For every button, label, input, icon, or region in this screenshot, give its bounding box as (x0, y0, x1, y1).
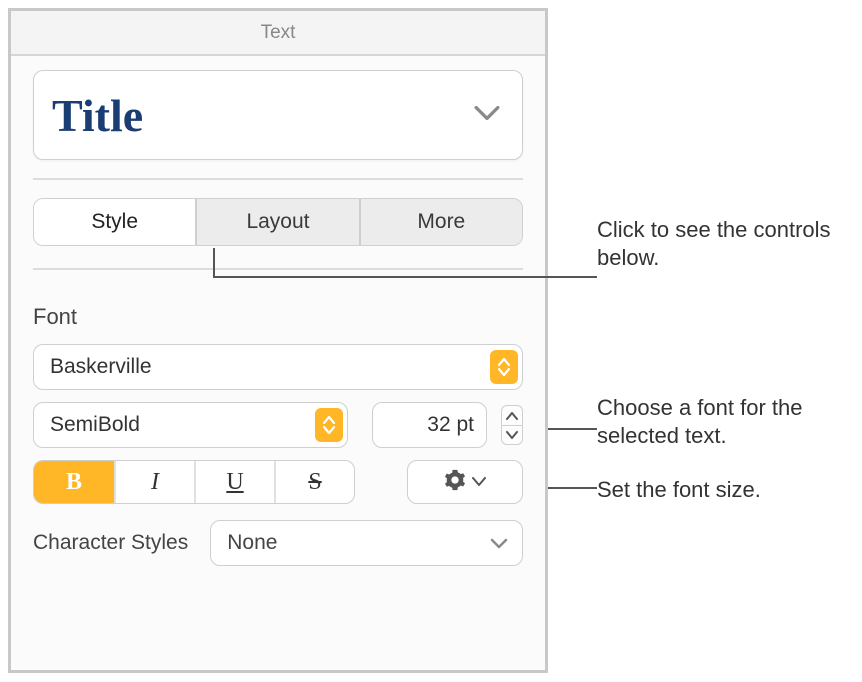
callout-leader-line (213, 248, 215, 278)
panel-title: Text (261, 22, 296, 44)
character-styles-row: Character Styles None (33, 520, 523, 566)
font-style-buttons-row: B I U S (33, 460, 523, 504)
chevron-up-icon (506, 412, 518, 420)
callout-font-size: Set the font size. (597, 476, 761, 504)
tabs: Style Layout More (33, 198, 523, 246)
font-size-step-up[interactable] (501, 405, 523, 425)
chevron-down-icon (490, 531, 508, 555)
tab-more[interactable]: More (359, 199, 522, 245)
italic-icon: I (151, 469, 159, 496)
chevron-down-icon (474, 105, 500, 126)
popup-arrows-icon (490, 350, 518, 384)
text-inspector-panel: Text Title Style Layout More Font Basker… (8, 8, 548, 673)
strikethrough-button[interactable]: S (274, 461, 354, 503)
font-size-step-down[interactable] (501, 425, 523, 445)
callout-font-family: Choose a font for the selected text. (597, 394, 862, 450)
chevron-down-icon (472, 473, 486, 491)
paragraph-style-popup[interactable]: Title (33, 70, 523, 160)
callout-leader-line (548, 487, 597, 489)
font-size-field[interactable]: 32 pt (372, 402, 487, 448)
divider (33, 268, 523, 270)
panel-header: Text (11, 11, 545, 56)
font-style-group: B I U S (33, 460, 355, 504)
underline-icon: U (226, 469, 243, 496)
font-size-value: 32 pt (383, 413, 480, 437)
popup-arrows-icon (315, 408, 343, 442)
panel-body: Title Style Layout More Font Baskerville… (11, 56, 545, 566)
paragraph-style-label: Title (52, 89, 143, 142)
tab-layout-label: Layout (246, 210, 309, 234)
strikethrough-icon: S (308, 469, 321, 496)
italic-button[interactable]: I (114, 461, 194, 503)
font-section-title: Font (33, 304, 523, 330)
font-weight-popup[interactable]: SemiBold (33, 402, 348, 448)
tab-more-label: More (417, 210, 465, 234)
callout-leader-line (548, 428, 597, 430)
gear-icon (444, 469, 466, 496)
character-styles-popup[interactable]: None (210, 520, 523, 566)
chevron-down-icon (506, 431, 518, 439)
divider (33, 178, 523, 180)
character-styles-value: None (227, 531, 277, 555)
font-weight-size-row: SemiBold 32 pt (33, 402, 523, 448)
font-size-stepper (501, 405, 523, 445)
font-family-value: Baskerville (50, 355, 152, 379)
bold-button[interactable]: B (34, 461, 114, 503)
tab-style-label: Style (91, 210, 138, 234)
advanced-options-button[interactable] (407, 460, 523, 504)
font-family-popup[interactable]: Baskerville (33, 344, 523, 390)
font-weight-value: SemiBold (50, 413, 140, 437)
callout-tabs: Click to see the controls below. (597, 216, 862, 272)
bold-icon: B (66, 469, 82, 496)
tab-style[interactable]: Style (34, 199, 195, 245)
character-styles-label: Character Styles (33, 531, 188, 555)
tab-layout[interactable]: Layout (195, 199, 358, 245)
callout-leader-line (213, 276, 597, 278)
underline-button[interactable]: U (194, 461, 274, 503)
